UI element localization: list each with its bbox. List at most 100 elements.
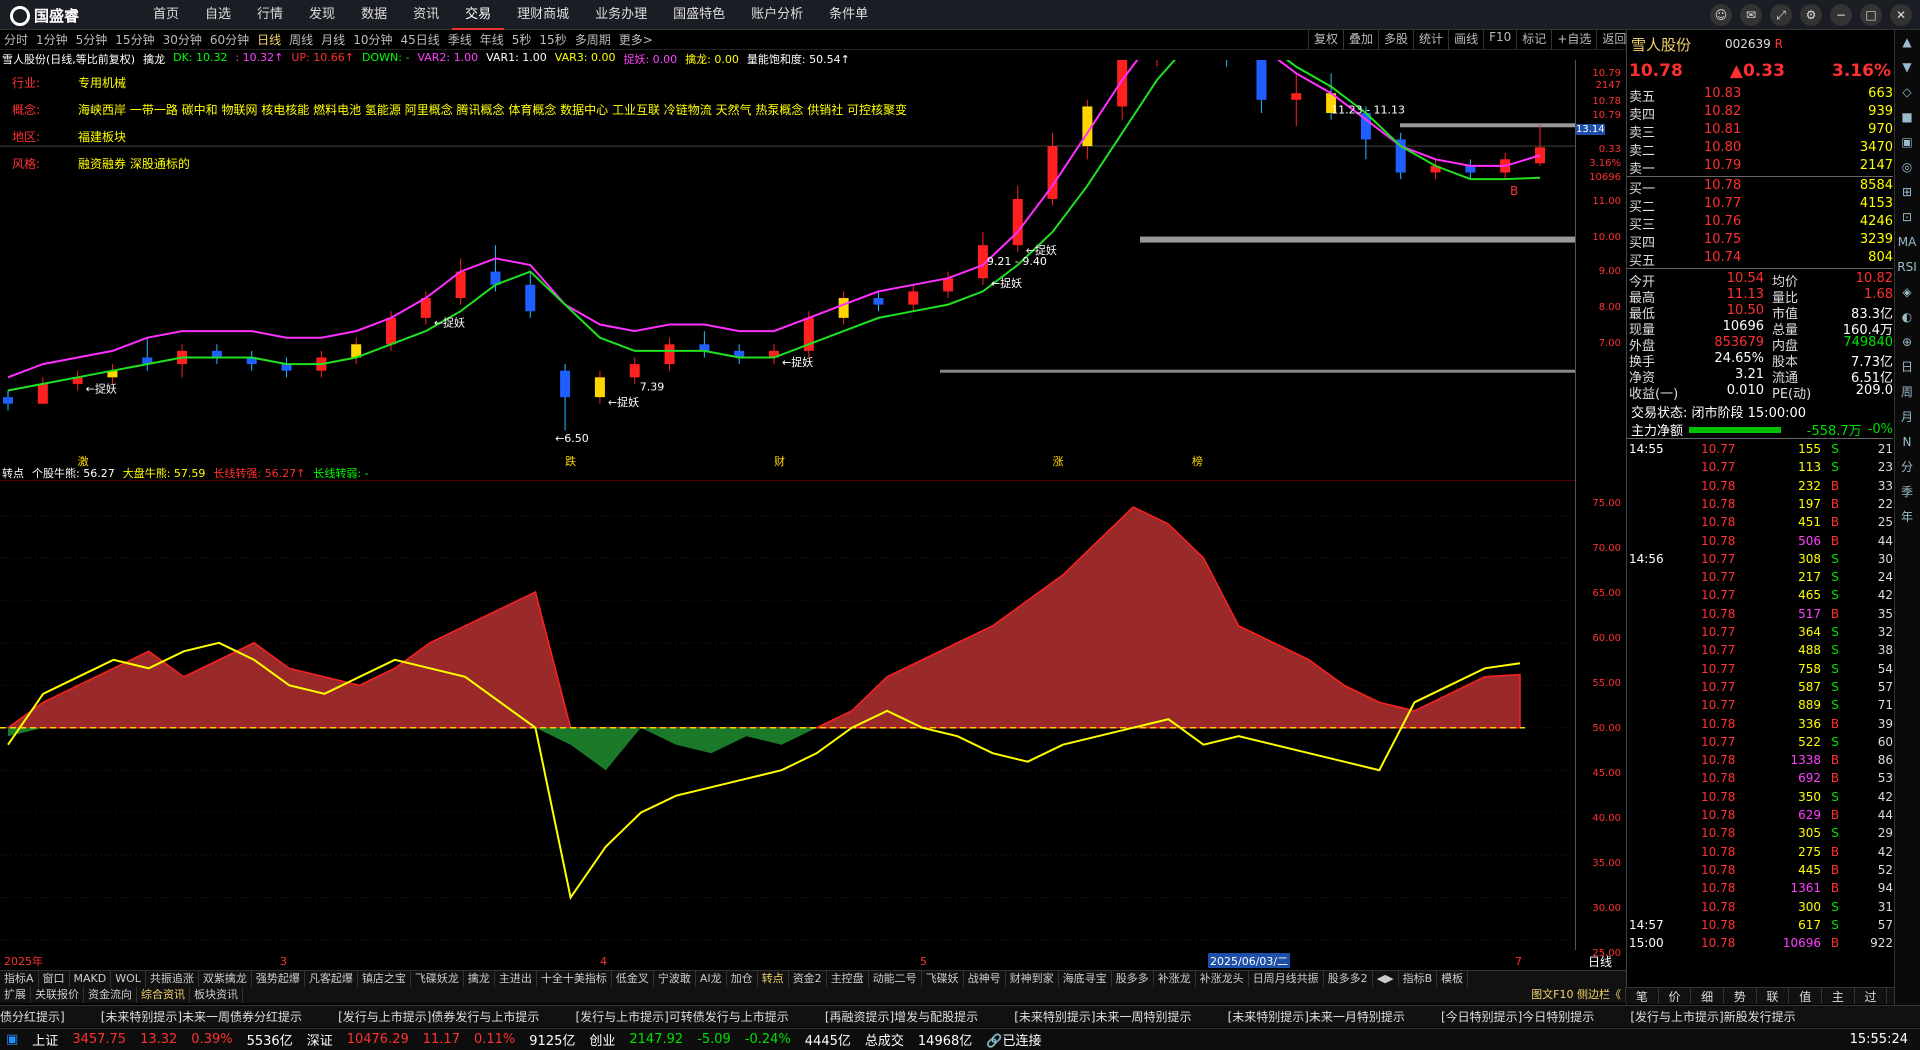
indicator-tab[interactable]: 海底寻宝 — [1059, 971, 1112, 987]
sidebar-tool-icon[interactable]: ▲ — [1895, 30, 1919, 55]
settings-icon[interactable]: ⚙ — [1800, 4, 1822, 26]
tick-tab[interactable]: 笔 — [1626, 988, 1659, 1004]
sidebar-tool-icon[interactable]: 季 — [1895, 480, 1919, 505]
indicator-chart[interactable] — [0, 480, 1575, 950]
sidebar-tool-icon[interactable]: RSI — [1895, 255, 1919, 280]
indicator-tab[interactable]: 股多多 — [1112, 971, 1154, 987]
indicator-tab[interactable]: 镇店之宝 — [358, 971, 411, 987]
indicator-tab[interactable]: 补涨龙 — [1154, 971, 1196, 987]
period-tab[interactable]: 60分钟 — [206, 31, 253, 48]
news-item[interactable]: [今日特别提示]今日特别提示 — [1441, 1008, 1594, 1025]
news-item[interactable]: [发行与上市提示]可转债发行与上市提示 — [575, 1008, 788, 1025]
sidebar-tool-icon[interactable]: ⊡ — [1895, 205, 1919, 230]
tool-button[interactable]: 画线 — [1448, 30, 1483, 50]
period-tab[interactable]: 10分钟 — [349, 31, 396, 48]
indicator-tab[interactable]: 共振追涨 — [146, 971, 199, 987]
nav-item[interactable]: 账户分析 — [738, 0, 816, 30]
app-logo[interactable]: 国盛睿 — [10, 5, 79, 26]
period-tab[interactable]: 15分钟 — [111, 31, 158, 48]
sidebar-tool-icon[interactable]: ■ — [1895, 105, 1919, 130]
sidebar-tool-icon[interactable]: 周 — [1895, 380, 1919, 405]
period-tab[interactable]: 5分钟 — [72, 31, 112, 48]
period-tab[interactable]: 45日线 — [396, 31, 443, 48]
sidebar-tool-icon[interactable]: N — [1895, 430, 1919, 455]
indicator-tab[interactable]: 指标A — [0, 971, 39, 987]
indicator-tab[interactable]: 低金叉 — [612, 971, 654, 987]
indicator-tab[interactable]: 强势起爆 — [252, 971, 305, 987]
sidebar-tool-icon[interactable]: 月 — [1895, 405, 1919, 430]
tick-tab[interactable]: 联 — [1757, 988, 1790, 1004]
indicator-tab[interactable]: 主进出 — [495, 971, 537, 987]
tool-button[interactable]: 统计 — [1413, 30, 1448, 50]
indicator-tab[interactable]: 转点 — [758, 971, 789, 987]
nav-item[interactable]: 行情 — [244, 0, 296, 30]
period-tab[interactable]: 1分钟 — [32, 31, 72, 48]
period-tab[interactable]: 年线 — [476, 31, 508, 48]
indicator-tab[interactable]: 加仓 — [727, 971, 758, 987]
nav-item[interactable]: 条件单 — [816, 0, 881, 30]
indicator-tab[interactable]: 宁波敢 — [654, 971, 696, 987]
news-item[interactable]: [未来特别提示]未来一周债券分红提示 — [101, 1008, 302, 1025]
tool-button[interactable]: F10 — [1483, 30, 1516, 50]
nav-item[interactable]: 业务办理 — [582, 0, 660, 30]
indicator-tab[interactable]: 日周月线共振 — [1249, 971, 1324, 987]
tool-button[interactable]: 多股 — [1378, 30, 1413, 50]
tick-tab[interactable]: 势 — [1724, 988, 1757, 1004]
info-tab[interactable]: 板块资讯 — [190, 987, 243, 1003]
indicator-tab[interactable]: 动能二号 — [869, 971, 922, 987]
indicator-tab[interactable]: 十全十美指标 — [537, 971, 612, 987]
indicator-tab[interactable]: 双紫擒龙 — [199, 971, 252, 987]
tick-tab[interactable]: 细 — [1691, 988, 1725, 1004]
indicator-tab[interactable]: 飞碟妖 — [922, 971, 964, 987]
news-item[interactable]: [未来特别提示]未来一月特别提示 — [1228, 1008, 1405, 1025]
sidebar-tool-icon[interactable]: ▣ — [1895, 130, 1919, 155]
close-icon[interactable]: ✕ — [1890, 4, 1912, 26]
indicator-tab[interactable]: 股多多2 — [1324, 971, 1373, 987]
indicator-tab[interactable]: 主控盘 — [827, 971, 869, 987]
indicator-tab[interactable]: 飞碟妖龙 — [411, 971, 464, 987]
indicator-tab[interactable]: 资金2 — [789, 971, 827, 987]
tick-tab[interactable]: 主 — [1822, 988, 1855, 1004]
indicator-tab-right[interactable]: 指标B — [1399, 971, 1438, 987]
period-tab[interactable]: 分时 — [0, 31, 32, 48]
period-tab[interactable]: 多周期 — [571, 31, 615, 48]
news-item[interactable]: [未来特别提示]未来一周特别提示 — [1014, 1008, 1191, 1025]
sidebar-tool-icon[interactable]: ⊞ — [1895, 180, 1919, 205]
index-name[interactable]: 上证 — [32, 1030, 58, 1049]
sidebar-tool-icon[interactable]: 分 — [1895, 455, 1919, 480]
tick-tab[interactable]: 价 — [1659, 988, 1692, 1004]
tool-button[interactable]: 叠加 — [1343, 30, 1378, 50]
indicator-tab[interactable]: 凡客起爆 — [305, 971, 358, 987]
tabs-scroll[interactable]: ◀▶ — [1373, 971, 1399, 987]
period-tab[interactable]: 月线 — [317, 31, 349, 48]
period-tab[interactable]: 季线 — [444, 31, 476, 48]
sidebar-tool-icon[interactable]: ⊕ — [1895, 330, 1919, 355]
info-tab[interactable]: 综合资讯 — [137, 987, 190, 1003]
indicator-tab[interactable]: 战神号 — [964, 971, 1006, 987]
info-tab[interactable]: 扩展 — [0, 987, 31, 1003]
nav-item[interactable]: 资讯 — [400, 0, 452, 30]
tick-tab[interactable]: 值 — [1789, 988, 1823, 1004]
sidebar-tool-icon[interactable]: ◐ — [1895, 305, 1919, 330]
news-item[interactable]: [发行与上市提示]新股发行提示 — [1630, 1008, 1795, 1025]
sidebar-tool-icon[interactable]: 日 — [1895, 355, 1919, 380]
tool-button[interactable]: 标记 — [1516, 30, 1551, 50]
sidebar-tool-icon[interactable]: 年 — [1895, 505, 1919, 530]
period-tab[interactable]: 5秒 — [508, 31, 536, 48]
info-tab[interactable]: 关联报价 — [31, 987, 84, 1003]
news-item[interactable]: [发行与上市提示]债券发行与上市提示 — [338, 1008, 539, 1025]
index-name[interactable]: 创业 — [589, 1030, 615, 1049]
indicator-tab-right[interactable]: 模板 — [1437, 971, 1469, 987]
info-tab[interactable]: 资金流向 — [84, 987, 137, 1003]
indicator-tab[interactable]: 窗口 — [39, 971, 70, 987]
indicator-tab[interactable]: MAKD — [70, 971, 112, 987]
nav-item[interactable]: 自选 — [192, 0, 244, 30]
index-name[interactable]: 深证 — [307, 1030, 333, 1049]
sidebar-tool-icon[interactable]: ◎ — [1895, 155, 1919, 180]
restore-icon[interactable]: □ — [1860, 4, 1882, 26]
nav-item[interactable]: 发现 — [296, 0, 348, 30]
minimize-icon[interactable]: − — [1830, 4, 1852, 26]
expand-icon[interactable]: ⤢ — [1770, 4, 1792, 26]
tool-button[interactable]: +自选 — [1551, 30, 1596, 50]
news-item[interactable]: 债分红提示] — [0, 1008, 65, 1025]
